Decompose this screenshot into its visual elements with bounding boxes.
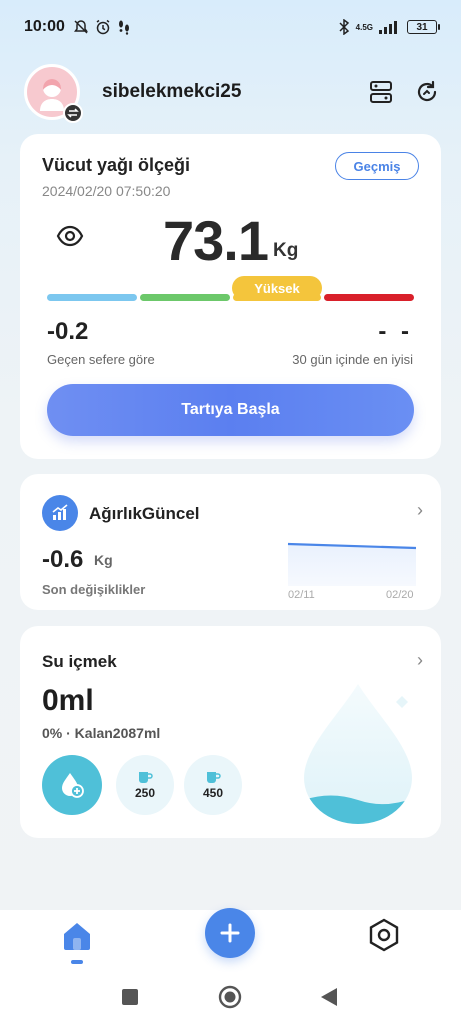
trend-value: -0.6 (42, 546, 84, 573)
chevron-right-icon[interactable]: › (417, 650, 423, 671)
water-amount: 0ml (42, 684, 94, 717)
home-button-icon[interactable] (218, 985, 242, 1009)
battery-level: 31 (416, 21, 428, 33)
water-title: Su içmek (42, 652, 117, 671)
cup-small-button[interactable]: 250 (116, 755, 174, 815)
nav-add-button[interactable] (205, 908, 255, 958)
avatar[interactable] (24, 64, 83, 123)
footsteps-icon (118, 20, 129, 35)
bluetooth-icon (339, 19, 349, 35)
bottom-nav (0, 908, 461, 980)
device-list-icon[interactable] (368, 79, 394, 105)
switch-user-button[interactable] (63, 103, 83, 123)
weight-trend-card[interactable]: AğırlıkGüncel › -0.6 Kg Son değişiklikle… (20, 474, 441, 610)
scale-segment-normal (140, 294, 230, 301)
active-tab-indicator (71, 960, 83, 964)
best-label: 30 gün içinde en iyisi (292, 352, 413, 367)
swap-icon (67, 108, 79, 118)
water-drop-illustration (304, 684, 412, 824)
user-avatar-icon (40, 79, 64, 111)
home-icon (64, 923, 90, 950)
scale-segment-low (47, 294, 137, 301)
start-weighing-button[interactable]: Tartıya Başla (47, 384, 414, 436)
chart-start-label: 02/11 (288, 589, 315, 601)
weight-unit: Kg (273, 240, 299, 261)
status-time: 10:00 (24, 18, 65, 35)
trend-unit: Kg (94, 552, 113, 568)
system-nav-bar (0, 980, 461, 1024)
cup-large-label: 450 (202, 786, 224, 800)
nav-home-tab[interactable] (60, 920, 94, 970)
bell-off-icon (73, 20, 88, 34)
water-remaining: 0% · Kalan2087ml (42, 725, 161, 741)
trend-subtitle: Son değişiklikler (42, 582, 146, 597)
water-drop-add-icon (62, 773, 84, 798)
plus-icon (220, 923, 240, 943)
best-value: - - (378, 318, 413, 345)
chevron-right-icon[interactable]: › (417, 500, 423, 521)
cup-icon (139, 772, 153, 783)
chart-trend-icon (52, 504, 68, 520)
cup-icon (207, 772, 221, 783)
add-water-button[interactable] (42, 755, 102, 815)
recent-apps-icon[interactable] (121, 988, 139, 1006)
trend-icon (42, 495, 78, 531)
trend-sparkline: 02/11 02/20 (287, 542, 417, 601)
eye-icon[interactable] (56, 222, 84, 250)
scale-segment-very-high (324, 294, 414, 301)
measurement-timestamp: 2024/02/20 07:50:20 (42, 183, 171, 199)
weight-value: 73.1 (163, 209, 269, 272)
refresh-icon[interactable] (414, 79, 440, 105)
water-card[interactable]: Su içmek › 0ml 0% · Kalan2087ml 250 450 (20, 626, 441, 838)
back-icon[interactable] (320, 987, 338, 1007)
level-badge: Yüksek (232, 276, 322, 300)
trend-title: AğırlıkGüncel (89, 504, 200, 523)
card-title: Vücut yağı ölçeği (42, 155, 191, 175)
username: sibelekmekci25 (102, 81, 242, 102)
cup-small-label: 250 (134, 786, 156, 800)
cup-large-button[interactable]: 450 (184, 755, 242, 815)
signal-icon (379, 21, 397, 34)
body-fat-card[interactable]: Vücut yağı ölçeği Geçmiş 2024/02/20 07:5… (20, 134, 441, 459)
chart-end-label: 02/20 (386, 589, 414, 601)
status-bar: 10:00 4.5G 31 (0, 0, 461, 54)
battery-icon: 31 (407, 20, 440, 34)
history-button[interactable]: Geçmiş (335, 152, 419, 180)
settings-hexagon-icon[interactable] (367, 918, 401, 952)
network-type: 4.5G (355, 22, 373, 32)
app-header: sibelekmekci25 (24, 64, 444, 123)
alarm-icon (96, 19, 110, 35)
change-label: Geçen sefere göre (47, 352, 155, 367)
change-value: -0.2 (47, 318, 89, 345)
